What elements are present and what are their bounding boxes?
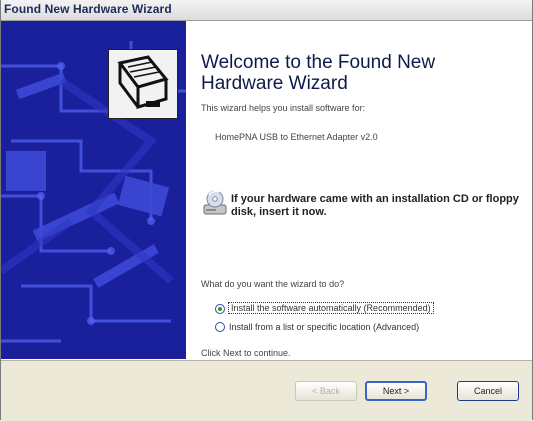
radio-button[interactable] [215, 304, 225, 314]
option-label: Install the software automatically (Reco… [228, 302, 434, 314]
cancel-button[interactable]: Cancel [457, 381, 519, 401]
title-bar[interactable]: Found New Hardware Wizard [1, 0, 532, 21]
option-label: Install from a list or specific location… [229, 322, 420, 332]
cd-drive-icon [203, 190, 227, 215]
wizard-window: Found New Hardware Wizard Welcome to the… [0, 0, 533, 421]
window-title: Found New Hardware Wizard [4, 2, 172, 16]
next-button[interactable]: Next > [365, 381, 427, 401]
side-banner [1, 21, 186, 359]
button-bar: < Back Next > Cancel [1, 360, 532, 421]
device-name: HomePNA USB to Ethernet Adapter v2.0 [215, 132, 378, 142]
page-title: Welcome to the Found New Hardware Wizard [201, 52, 436, 94]
option-install-automatically[interactable]: Install the software automatically (Reco… [215, 302, 515, 317]
hardware-card-icon [108, 49, 178, 119]
cd-prompt: If your hardware came with an installati… [231, 193, 519, 218]
radio-button[interactable] [215, 322, 225, 332]
back-button[interactable]: < Back [295, 381, 357, 401]
wizard-content: Welcome to the Found New Hardware Wizard… [201, 21, 531, 359]
continue-hint: Click Next to continue. [201, 348, 291, 358]
question-text: What do you want the wizard to do? [201, 279, 345, 289]
intro-text: This wizard helps you install software f… [201, 103, 366, 113]
option-install-from-list[interactable]: Install from a list or specific location… [215, 321, 515, 335]
